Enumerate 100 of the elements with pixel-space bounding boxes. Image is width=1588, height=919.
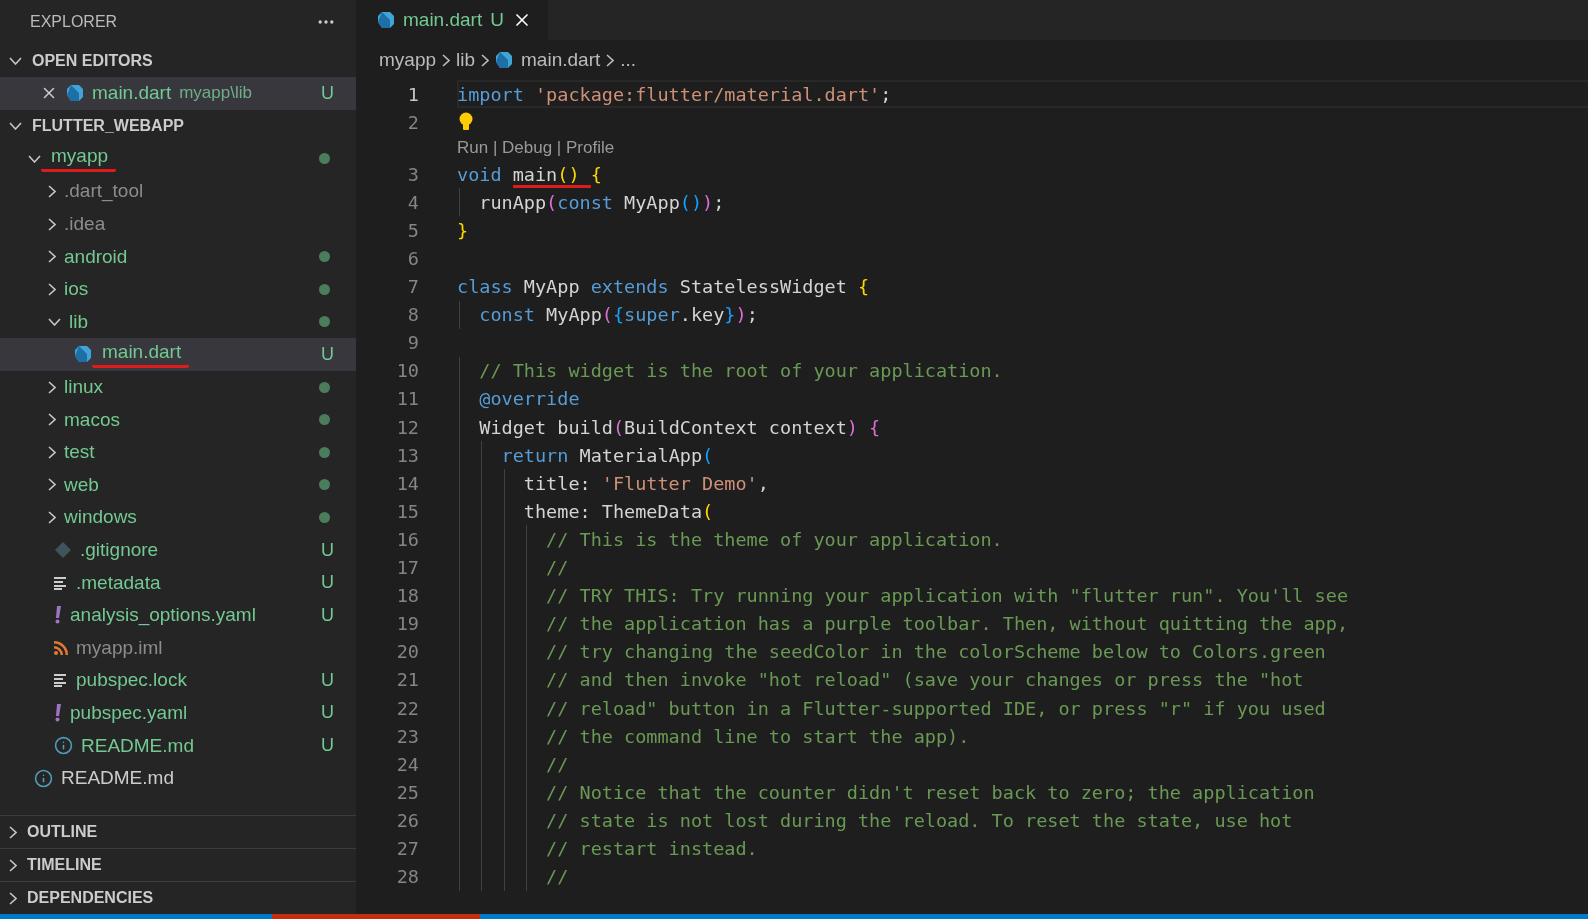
tree-item[interactable]: analysis_options.yaml U (0, 598, 356, 632)
line-number: 26 (395, 809, 419, 831)
code-line: // the command line to start the app). (545, 725, 970, 747)
tree-item[interactable]: .gitignore U (0, 533, 356, 567)
line-number: 12 (395, 416, 419, 438)
code-line: // restart instead. (545, 838, 758, 859)
section-header[interactable]: OPEN EDITORS (0, 44, 356, 77)
line-number: 21 (395, 669, 419, 691)
tree-item[interactable]: .dart_tool (0, 175, 356, 208)
line-number: 8 (406, 304, 419, 326)
tree-item[interactable]: .idea (0, 207, 356, 241)
section-header[interactable]: FLUTTER_WEBAPP (0, 109, 356, 143)
tree-item[interactable]: lib (0, 305, 356, 339)
tree-item[interactable]: main.dart U (0, 338, 356, 371)
line-number: 17 (395, 557, 419, 579)
section-header[interactable]: TIMELINE (0, 848, 356, 881)
tree-item[interactable]: README.md U (0, 729, 356, 762)
line-number: 18 (395, 585, 419, 607)
dart-icon (74, 345, 92, 364)
line-number: 22 (395, 697, 419, 719)
file-path: myapp\lib (179, 83, 252, 104)
code-line: title: 'Flutter Demo', (522, 472, 769, 494)
line-number: 11 (395, 388, 419, 410)
tree-item[interactable]: ios (0, 272, 356, 306)
code-lens[interactable]: Run | Debug | Profile (457, 138, 615, 159)
tree-item[interactable]: windows (0, 501, 356, 534)
chevron-right-icon (442, 53, 451, 67)
line-number: 5 (406, 219, 419, 241)
lines-icon (54, 673, 68, 688)
line-number: 10 (395, 360, 419, 382)
line-number: 14 (395, 472, 419, 494)
code-line: // TRY THIS: Try running your application with "flutter run". You'll see (545, 585, 1349, 607)
line-number: 6 (406, 248, 419, 269)
line-number: 23 (395, 725, 419, 747)
code-line: Widget build(BuildContext context) { (478, 416, 881, 438)
status-letter: U (321, 702, 334, 724)
tree-item[interactable]: .metadata U (0, 566, 356, 599)
code-line: runApp(const MyApp()); (478, 191, 725, 213)
line-number: 4 (406, 191, 419, 213)
lines-icon (54, 575, 68, 590)
line-number: 19 (395, 613, 419, 635)
code-line: // This is the theme of your application. (545, 528, 1003, 550)
section-header[interactable]: OUTLINE (0, 815, 356, 848)
tree-item[interactable]: android (0, 240, 356, 273)
dart-icon (377, 11, 395, 29)
tree-item[interactable]: linux (0, 370, 356, 404)
line-number: 2 (406, 111, 419, 133)
code-line: } (457, 219, 469, 241)
status-letter: U (321, 604, 334, 626)
status-letter: U (321, 343, 334, 365)
code-line: // state is not lost during the reload. To reset the state, use hot (545, 809, 1293, 831)
line-number: 15 (395, 500, 419, 522)
lightbulb-icon[interactable] (459, 112, 473, 133)
line-number: 9 (406, 332, 419, 354)
breadcrumb[interactable]: myapp (379, 49, 437, 71)
info-icon (34, 768, 53, 788)
breadcrumb[interactable]: main.dart (495, 49, 601, 71)
editor-tab[interactable]: main.dart U (357, 0, 548, 40)
code-line: // reload" button in a Flutter-supported IDE, or press "r" if you used (545, 697, 1326, 719)
line-number: 7 (406, 276, 419, 298)
code-line: // This widget is the root of your application. (478, 360, 1003, 382)
line-number: 27 (395, 838, 419, 859)
tree-item[interactable]: myapp.iml (0, 631, 356, 665)
exclamation-icon (54, 606, 62, 625)
breadcrumb[interactable]: ... (620, 49, 637, 71)
feed-icon (54, 640, 68, 655)
info-icon (54, 736, 73, 756)
code-line: // Notice that the counter didn't reset back to zero; the application (545, 781, 1315, 803)
code-line: return MaterialApp( (500, 444, 714, 466)
line-number: 13 (395, 444, 419, 466)
code-line: theme: ThemeData( (522, 500, 714, 522)
sidebar-title: EXPLORER (30, 13, 118, 31)
diamond-icon (54, 541, 72, 559)
tree-item[interactable]: test (0, 435, 356, 469)
chevron-right-icon (481, 53, 490, 67)
tree-item[interactable]: pubspec.yaml U (0, 696, 356, 730)
line-number: 3 (406, 163, 419, 185)
dart-icon (495, 51, 514, 69)
line-number: 20 (395, 641, 419, 663)
tree-item[interactable]: web (0, 468, 356, 502)
exclamation-icon (54, 704, 62, 722)
status-letter: U (321, 539, 334, 561)
code-line: // try changing the seedColor in the colorScheme below to Colors.green (545, 641, 1326, 663)
dart-icon (66, 84, 84, 103)
code-line: class MyApp extends StatelessWidget { (457, 276, 870, 298)
tree-item[interactable]: pubspec.lock U (0, 664, 356, 697)
open-editor-item[interactable]: main.dart myapp\lib U (0, 77, 356, 110)
code-line: // the application has a purple toolbar. Then, without quitting the app, (545, 613, 1349, 635)
tree-item[interactable]: README.md (0, 761, 356, 795)
breadcrumb[interactable]: lib (456, 49, 476, 71)
line-number: 28 (395, 866, 419, 888)
status-letter: U (321, 735, 334, 757)
code-line: // (545, 866, 569, 888)
status-letter: U (321, 82, 334, 104)
tree-item[interactable]: macos (0, 403, 356, 436)
code-line: // (545, 753, 569, 775)
code-line: // (545, 557, 569, 579)
tree-item[interactable]: myapp (0, 142, 356, 176)
line-number: 24 (395, 753, 419, 775)
chevron-right-icon (606, 53, 615, 67)
